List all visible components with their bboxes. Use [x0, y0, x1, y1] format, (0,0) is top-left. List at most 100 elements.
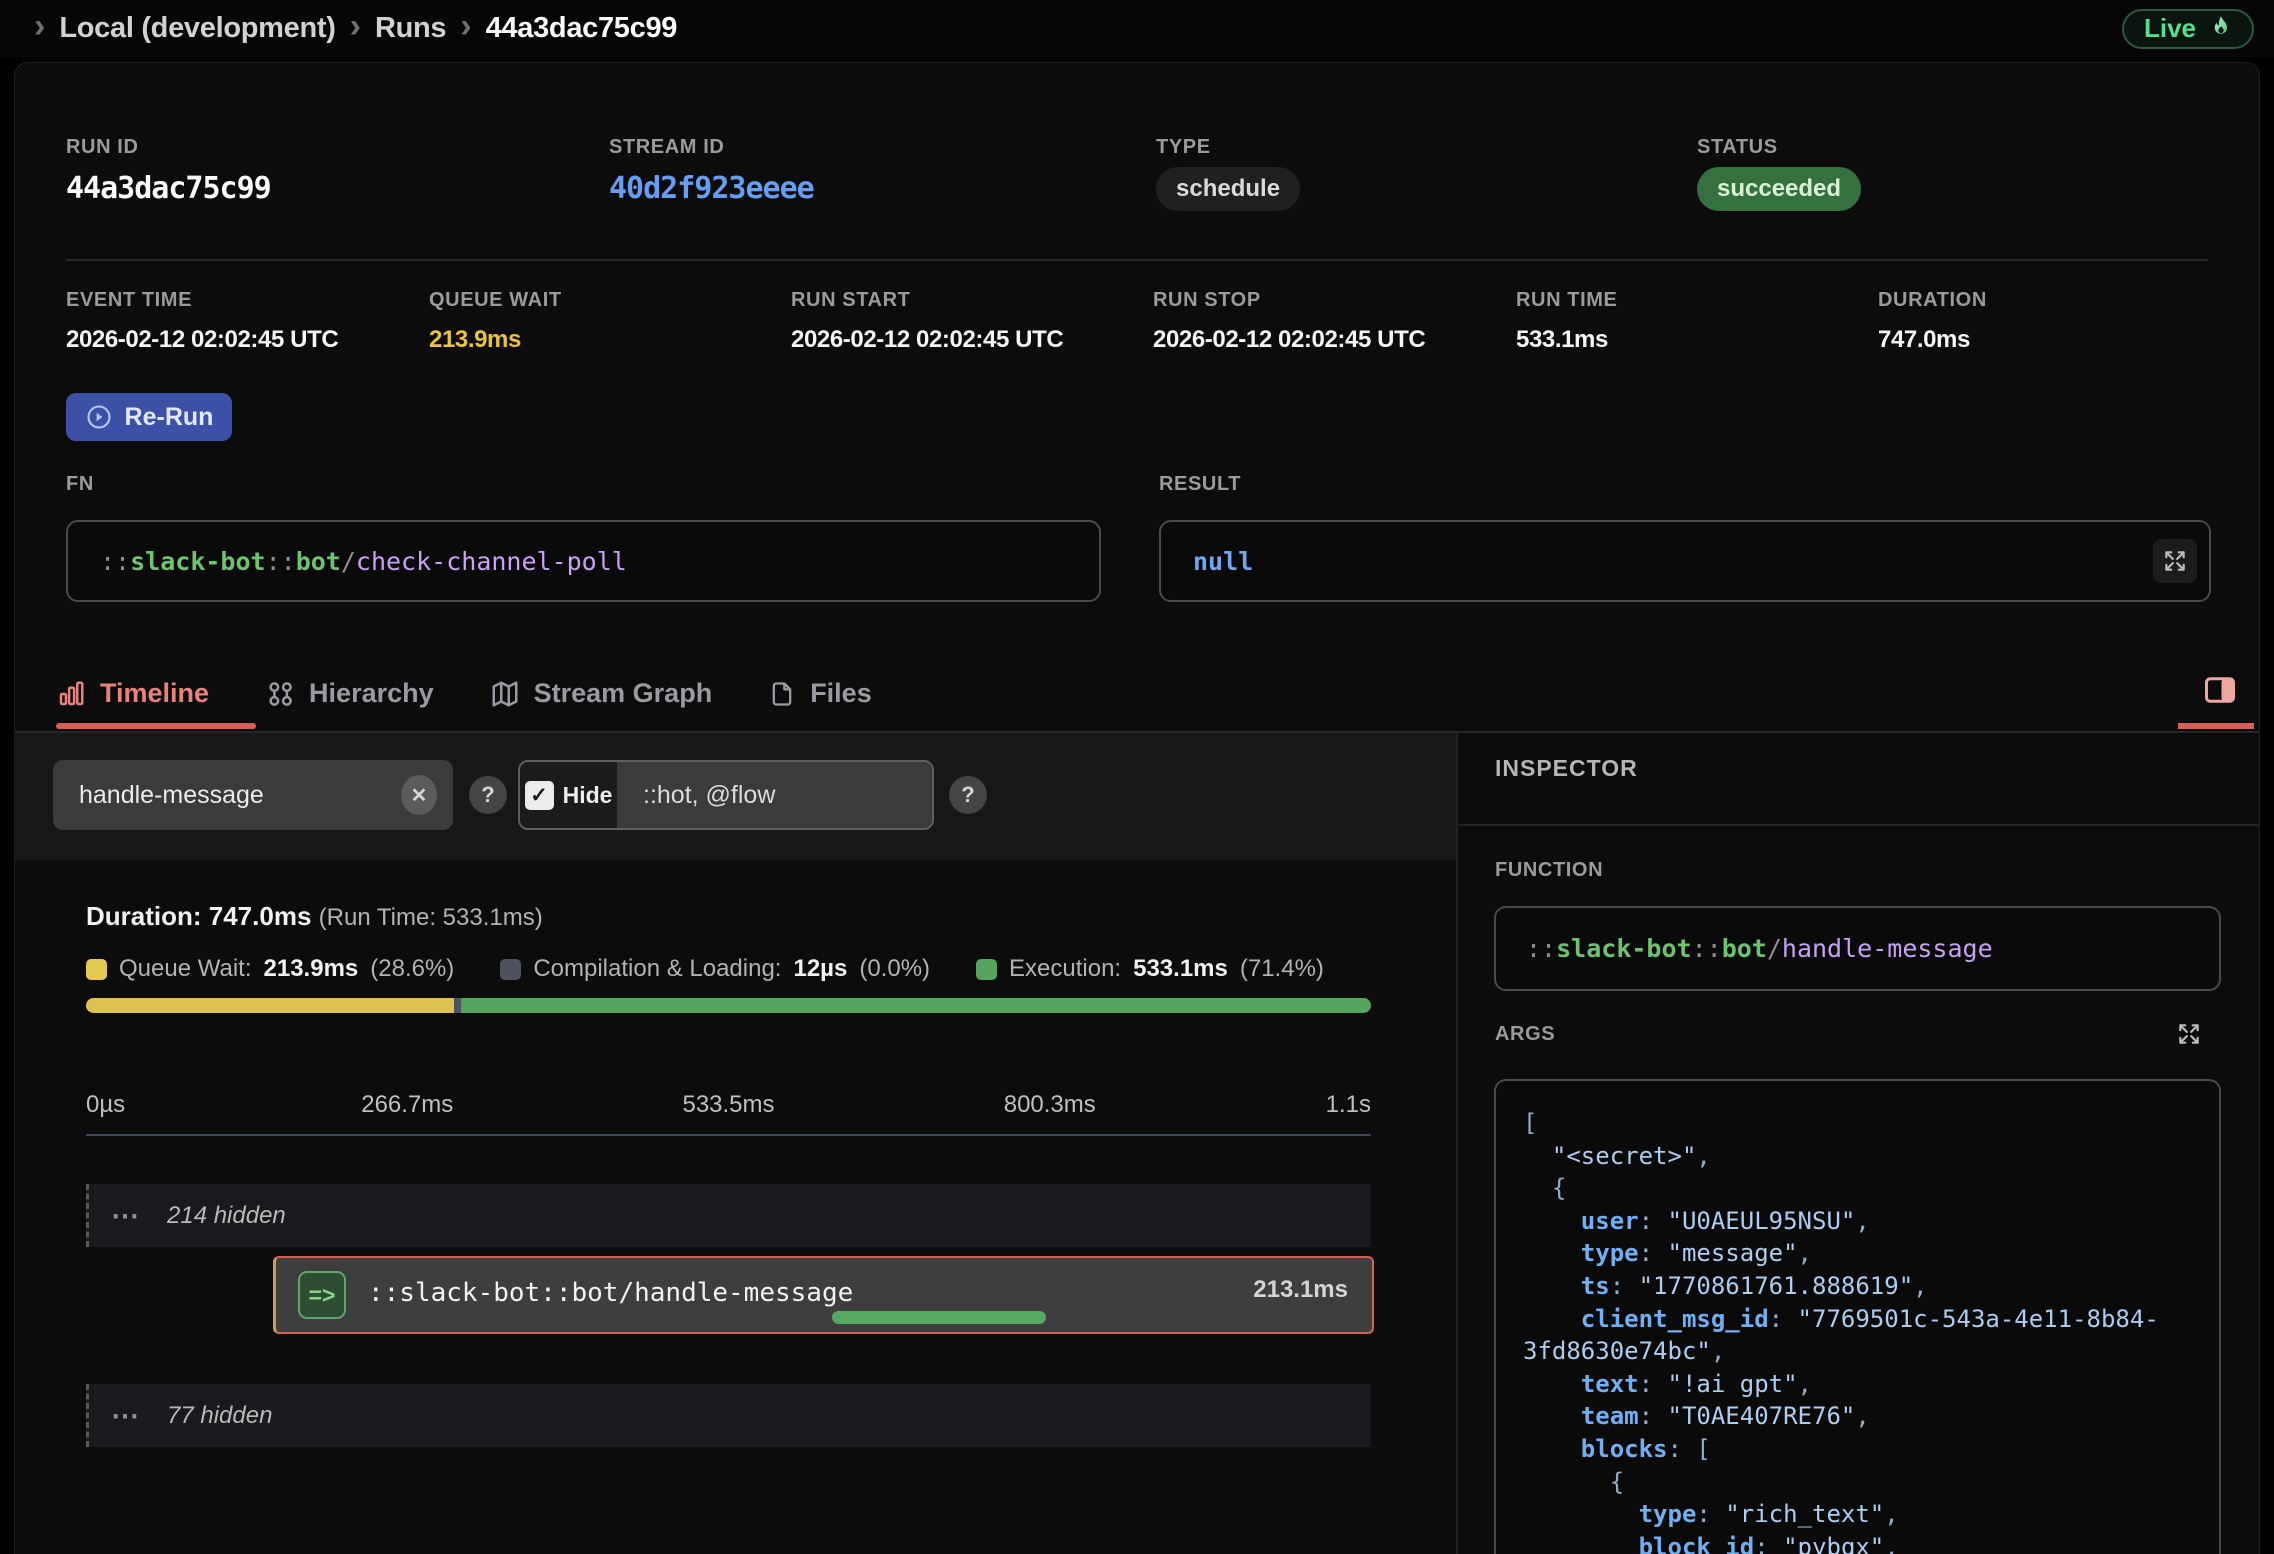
run-time-label: RUN TIME [1516, 289, 1617, 312]
hide-toggle[interactable]: ✓ Hide [520, 762, 617, 828]
time-axis: 0µs 266.7ms 533.5ms 800.3ms 1.1s [86, 1091, 1371, 1123]
breadcrumb-project[interactable]: Local (development) [59, 12, 335, 45]
search-help-button[interactable]: ? [469, 776, 507, 814]
phase-stacked-bar [86, 998, 1371, 1013]
axis-tick: 266.7ms [361, 1091, 453, 1119]
args-label: ARGS [1495, 1023, 1555, 1046]
tab-stream-graph-label: Stream Graph [534, 678, 713, 709]
span-row-handle-message[interactable]: => ::slack-bot::bot/handle-message 213.1… [273, 1256, 1374, 1334]
duration-summary-main: Duration: 747.0ms [86, 901, 311, 931]
hide-pattern-input[interactable] [643, 781, 932, 810]
hierarchy-nodes-icon [265, 679, 295, 709]
compilation-swatch [500, 959, 521, 980]
hide-checkbox[interactable]: ✓ [525, 781, 554, 810]
result-label: RESULT [1159, 473, 1241, 496]
tab-files[interactable]: Files [768, 678, 872, 709]
queue-wait-swatch [86, 959, 107, 980]
execution-swatch [976, 959, 997, 980]
top-bar: › Local (development) › Runs › 44a3dac75… [0, 0, 2274, 57]
tab-timeline-label: Timeline [100, 678, 209, 709]
args-expand-button[interactable] [2176, 1021, 2202, 1047]
tab-hierarchy[interactable]: Hierarchy [265, 678, 434, 709]
event-time-value: 2026-02-12 02:02:45 UTC [66, 326, 338, 354]
run-stop-label: RUN STOP [1153, 289, 1261, 312]
status-label: STATUS [1697, 136, 1778, 159]
tab-files-label: Files [810, 678, 872, 709]
execution-segment [461, 998, 1372, 1013]
inspector-panel: INSPECTOR FUNCTION ::slack-bot::bot/hand… [1456, 733, 2260, 1554]
fn-code: ::slack-bot::bot/check-channel-poll [100, 547, 627, 576]
flame-icon [2206, 14, 2236, 44]
circle-play-icon [85, 403, 113, 431]
clear-search-button[interactable]: ✕ [401, 775, 437, 815]
axis-tick: 800.3ms [1004, 1091, 1096, 1119]
live-badge[interactable]: Live [2122, 9, 2254, 49]
breadcrumb-run-id: 44a3dac75c99 [486, 12, 678, 45]
fn-label: FN [66, 473, 94, 496]
search-input[interactable] [79, 781, 401, 810]
chevron-right-icon: › [460, 9, 471, 43]
span-arrow-icon: => [298, 1271, 346, 1319]
search-box: ✕ [53, 760, 453, 830]
chevron-right-icon: › [350, 9, 361, 43]
header-divider [66, 259, 2208, 261]
duration-value: 747.0ms [1878, 326, 1970, 354]
legend-compilation: Compilation & Loading: 12µs (0.0%) [500, 955, 930, 983]
function-label: FUNCTION [1495, 859, 1603, 882]
duration-label: DURATION [1878, 289, 1987, 312]
args-json-box[interactable]: [ "<secret>", { user: "U0AEUL95NSU", typ… [1494, 1079, 2221, 1554]
chevron-right-icon[interactable]: › [34, 9, 45, 43]
hide-filter-group: ✓ Hide [518, 760, 934, 830]
tab-stream-graph[interactable]: Stream Graph [490, 678, 713, 709]
event-time-label: EVENT TIME [66, 289, 192, 312]
stream-id-label: STREAM ID [609, 136, 724, 159]
compilation-segment [454, 998, 461, 1013]
span-execution-bar [832, 1311, 1046, 1324]
span-duration: 213.1ms [1253, 1276, 1348, 1304]
function-code: ::slack-bot::bot/handle-message [1526, 934, 1993, 963]
run-id-value: 44a3dac75c99 [66, 171, 271, 206]
legend-execution: Execution: 533.1ms (71.4%) [976, 955, 1324, 983]
result-box: null [1159, 520, 2211, 602]
run-id-label: RUN ID [66, 136, 139, 159]
rerun-button[interactable]: Re-Run [66, 393, 232, 441]
timeline-panel: ✕ ? ✓ Hide ? Duration: 747.0ms (Run Time… [15, 733, 1456, 1554]
tab-timeline[interactable]: Timeline [56, 678, 209, 709]
tabs-bar: Timeline Hierarchy Stream Graph [15, 656, 2260, 731]
tab-hierarchy-label: Hierarchy [309, 678, 434, 709]
queue-wait-value: 213.9ms [429, 326, 521, 354]
hidden-spans-row-top[interactable]: ⋯ 214 hidden [86, 1184, 1371, 1247]
type-badge: schedule [1156, 167, 1300, 211]
axis-tick: 1.1s [1326, 1091, 1371, 1119]
function-box: ::slack-bot::bot/handle-message [1494, 906, 2221, 991]
active-tab-underline [56, 723, 256, 729]
run-detail-card: RUN ID 44a3dac75c99 STREAM ID 40d2f923ee… [14, 62, 2260, 1554]
ellipsis-icon: ⋯ [111, 1399, 141, 1432]
status-badge: succeeded [1697, 167, 1861, 211]
inspector-divider [1458, 824, 2260, 826]
duration-summary: Duration: 747.0ms (Run Time: 533.1ms) [86, 901, 543, 932]
run-time-value: 533.1ms [1516, 326, 1608, 354]
hidden-count-top: 214 hidden [167, 1202, 286, 1230]
live-badge-label: Live [2144, 13, 2196, 44]
axis-tick: 533.5ms [682, 1091, 774, 1119]
panel-toggle-underline [2178, 723, 2254, 729]
hide-help-button[interactable]: ? [949, 776, 987, 814]
queue-wait-label: QUEUE WAIT [429, 289, 562, 312]
file-icon [768, 680, 796, 708]
run-stop-value: 2026-02-12 02:02:45 UTC [1153, 326, 1425, 354]
hide-label: Hide [563, 782, 613, 809]
stream-id-link[interactable]: 40d2f923eeee [609, 171, 814, 206]
phase-legend: Queue Wait: 213.9ms (28.6%) Compilation … [86, 955, 1324, 983]
result-expand-button[interactable] [2153, 539, 2197, 583]
ellipsis-icon: ⋯ [111, 1199, 141, 1232]
rerun-button-label: Re-Run [125, 403, 214, 432]
run-start-label: RUN START [791, 289, 910, 312]
axis-tick: 0µs [86, 1091, 125, 1119]
breadcrumb-runs[interactable]: Runs [375, 12, 446, 45]
inspector-panel-toggle-button[interactable] [2197, 667, 2243, 713]
result-value: null [1193, 547, 1253, 576]
duration-summary-runtime: (Run Time: 533.1ms) [319, 904, 543, 931]
hidden-count-bottom: 77 hidden [167, 1402, 272, 1430]
hidden-spans-row-bottom[interactable]: ⋯ 77 hidden [86, 1384, 1371, 1447]
